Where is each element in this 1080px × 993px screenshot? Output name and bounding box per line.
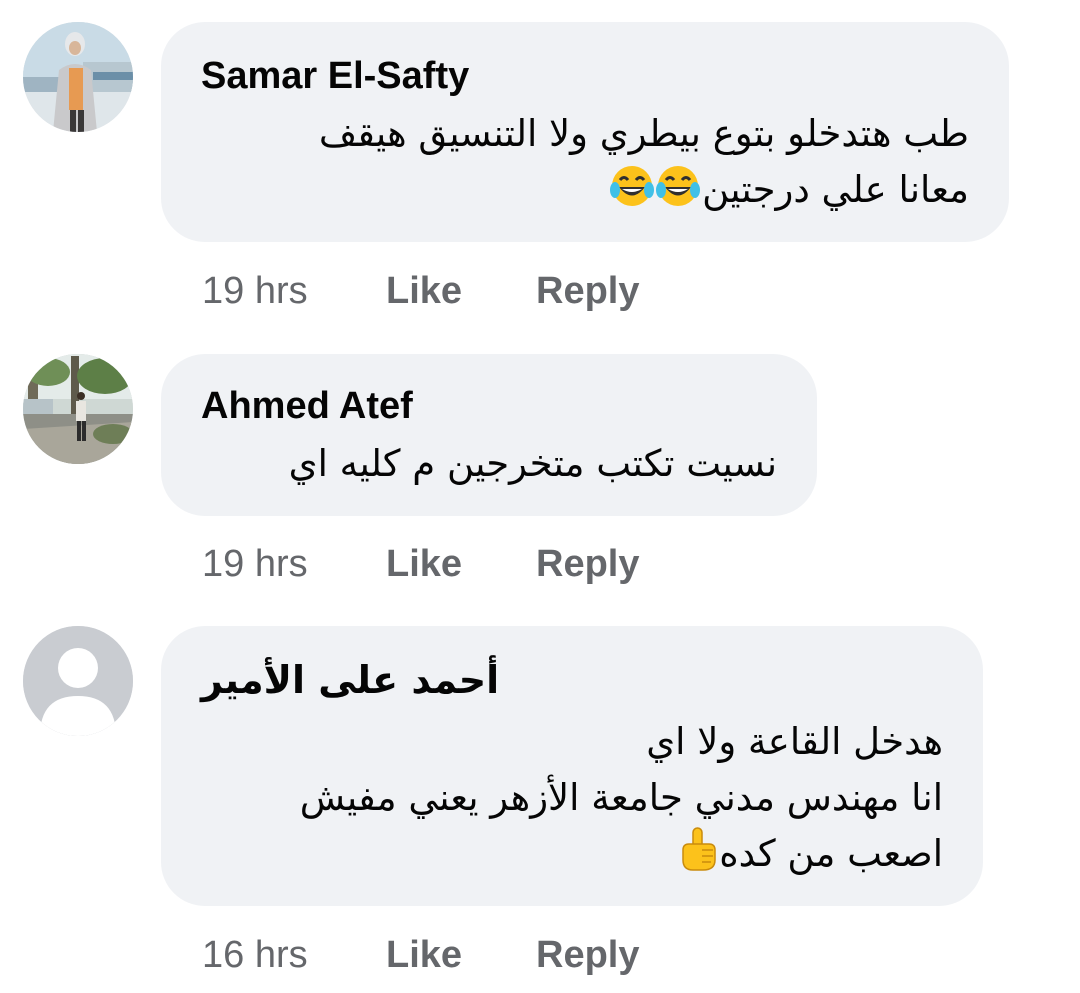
comment-timestamp[interactable]: 19 hrs <box>202 266 308 316</box>
comment-author[interactable]: Samar El-Safty <box>201 54 469 98</box>
pointing-up-emoji-icon <box>677 826 719 888</box>
comment-timestamp[interactable]: 19 hrs <box>202 539 308 589</box>
comment-timestamp[interactable]: 16 hrs <box>202 930 308 980</box>
tears-of-joy-emoji-icon <box>610 164 702 224</box>
comment-line: اصعب من كده <box>719 832 943 875</box>
comment-line: هدخل القاعة ولا اي <box>646 720 943 763</box>
avatar-samar[interactable] <box>23 22 133 132</box>
comment-line: انا مهندس مدني جامعة الأزهر يعني مفيش <box>299 776 943 819</box>
profile-photo-icon <box>23 354 133 464</box>
comment-text: طب هتدخلو بتوع بيطري ولا التنسيق هيقف مع… <box>319 106 969 224</box>
comment-line-with-emoji: اصعب من كده <box>300 826 943 888</box>
comment-line-with-emoji: معانا علي درجتين <box>319 162 969 224</box>
comment-bubble: Ahmed Atef نسيت تكتب متخرجين م كليه اي <box>161 354 817 516</box>
avatar-ahmed-ali[interactable] <box>23 626 133 736</box>
comment-author[interactable]: Ahmed Atef <box>201 384 413 428</box>
default-avatar-icon <box>23 626 133 736</box>
avatar-ahmed-atef[interactable] <box>23 354 133 464</box>
reply-button[interactable]: Reply <box>536 930 639 980</box>
comment-author[interactable]: أحمد على الأمير <box>201 658 499 702</box>
comment-line: طب هتدخلو بتوع بيطري ولا التنسيق هيقف <box>318 112 969 155</box>
like-button[interactable]: Like <box>386 539 462 589</box>
like-button[interactable]: Like <box>386 266 462 316</box>
comment-bubble: Samar El-Safty طب هتدخلو بتوع بيطري ولا … <box>161 22 1009 242</box>
comment-text: نسيت تكتب متخرجين م كليه اي <box>289 436 777 492</box>
like-button[interactable]: Like <box>386 930 462 980</box>
comment-bubble: أحمد على الأمير هدخل القاعة ولا اي انا م… <box>161 626 983 906</box>
comment-line: نسيت تكتب متخرجين م كليه اي <box>288 442 777 485</box>
comment-text: هدخل القاعة ولا اي انا مهندس مدني جامعة … <box>300 714 943 888</box>
reply-button[interactable]: Reply <box>536 266 639 316</box>
profile-photo-icon <box>23 22 133 132</box>
reply-button[interactable]: Reply <box>536 539 639 589</box>
comment-line: معانا علي درجتين <box>702 168 969 211</box>
